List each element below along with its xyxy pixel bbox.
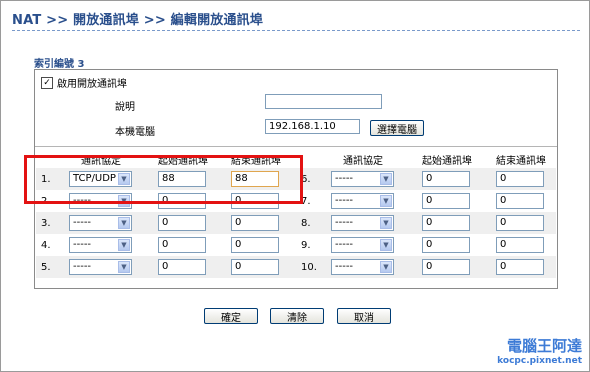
protocol-value: ----- xyxy=(335,173,354,184)
col-end-left: 結束通訊埠 xyxy=(231,156,281,167)
start-port-input[interactable]: 0 xyxy=(422,237,470,253)
start-port-input[interactable]: 0 xyxy=(158,259,206,275)
end-port-input[interactable]: 0 xyxy=(496,259,544,275)
start-port-input[interactable]: 0 xyxy=(422,215,470,231)
open-ports-panel: ✓ 啟用開放通訊埠 說明 本機電腦 192.168.1.10 選擇電腦 通訊協定… xyxy=(34,69,558,289)
row-number: 4. xyxy=(41,240,51,251)
row-number: 8. xyxy=(301,218,311,229)
comment-input[interactable] xyxy=(265,94,382,109)
row-number: 5. xyxy=(41,262,51,273)
cancel-button[interactable]: 取消 xyxy=(337,308,391,324)
end-port-input[interactable]: 88 xyxy=(231,171,279,187)
row-number: 1. xyxy=(41,174,51,185)
row-number: 9. xyxy=(301,240,311,251)
protocol-value: ----- xyxy=(73,217,92,228)
col-end-right: 結束通訊埠 xyxy=(496,156,546,167)
end-port-input[interactable]: 0 xyxy=(231,215,279,231)
protocol-select[interactable]: TCP/UDP ▼ xyxy=(69,171,132,187)
end-port-input[interactable]: 0 xyxy=(496,215,544,231)
start-port-input[interactable]: 88 xyxy=(158,171,206,187)
protocol-value: ----- xyxy=(73,239,92,250)
col-start-left: 起始通訊埠 xyxy=(158,156,208,167)
protocol-value: ----- xyxy=(335,195,354,206)
protocol-select[interactable]: ----- ▼ xyxy=(69,237,132,253)
end-port-input[interactable]: 0 xyxy=(496,237,544,253)
start-port-input[interactable]: 0 xyxy=(422,193,470,209)
protocol-value: ----- xyxy=(335,217,354,228)
row-number: 10. xyxy=(301,262,317,273)
col-protocol-right: 通訊協定 xyxy=(343,156,383,167)
chevron-down-icon: ▼ xyxy=(118,173,130,185)
protocol-select[interactable]: ----- ▼ xyxy=(69,215,132,231)
row-number: 3. xyxy=(41,218,51,229)
chevron-down-icon: ▼ xyxy=(380,195,392,207)
row-number: 7. xyxy=(301,196,311,207)
chevron-down-icon: ▼ xyxy=(380,261,392,273)
chevron-down-icon: ▼ xyxy=(380,239,392,251)
watermark-url: kocpc.pixnet.net xyxy=(497,356,582,366)
ok-button[interactable]: 確定 xyxy=(204,308,258,324)
start-port-input[interactable]: 0 xyxy=(422,171,470,187)
protocol-select[interactable]: ----- ▼ xyxy=(331,215,394,231)
protocol-value: ----- xyxy=(73,261,92,272)
comment-label: 說明 xyxy=(115,102,135,113)
enable-row: ✓ 啟用開放通訊埠 xyxy=(41,75,127,90)
watermark: 電腦王阿達 kocpc.pixnet.net xyxy=(497,335,582,366)
end-port-input[interactable]: 0 xyxy=(496,171,544,187)
clear-button[interactable]: 清除 xyxy=(270,308,324,324)
start-port-input[interactable]: 0 xyxy=(158,193,206,209)
col-start-right: 起始通訊埠 xyxy=(422,156,472,167)
protocol-select[interactable]: ----- ▼ xyxy=(331,259,394,275)
watermark-title: 電腦王阿達 xyxy=(506,337,582,355)
chevron-down-icon: ▼ xyxy=(118,261,130,273)
end-port-input[interactable]: 0 xyxy=(231,193,279,209)
protocol-value: ----- xyxy=(335,261,354,272)
protocol-select[interactable]: ----- ▼ xyxy=(331,171,394,187)
local-pc-label: 本機電腦 xyxy=(115,127,155,138)
col-protocol-left: 通訊協定 xyxy=(81,156,121,167)
enable-label: 啟用開放通訊埠 xyxy=(57,79,127,90)
row-number: 6. xyxy=(301,174,311,185)
chevron-down-icon: ▼ xyxy=(118,217,130,229)
chevron-down-icon: ▼ xyxy=(118,195,130,207)
end-port-input[interactable]: 0 xyxy=(496,193,544,209)
protocol-value: ----- xyxy=(335,239,354,250)
protocol-select[interactable]: ----- ▼ xyxy=(69,193,132,209)
protocol-value: ----- xyxy=(73,195,92,206)
row-number: 2. xyxy=(41,196,51,207)
start-port-input[interactable]: 0 xyxy=(158,237,206,253)
section-divider xyxy=(35,146,557,147)
page-title: NAT >> 開放通訊埠 >> 編輯開放通訊埠 xyxy=(12,13,264,28)
protocol-select[interactable]: ----- ▼ xyxy=(69,259,132,275)
start-port-input[interactable]: 0 xyxy=(158,215,206,231)
protocol-select[interactable]: ----- ▼ xyxy=(331,193,394,209)
enable-checkbox[interactable]: ✓ xyxy=(41,76,53,89)
protocol-select[interactable]: ----- ▼ xyxy=(331,237,394,253)
title-divider xyxy=(12,30,580,31)
end-port-input[interactable]: 0 xyxy=(231,237,279,253)
index-label: 索引編號 3 xyxy=(34,59,85,70)
start-port-input[interactable]: 0 xyxy=(422,259,470,275)
chevron-down-icon: ▼ xyxy=(118,239,130,251)
protocol-value: TCP/UDP xyxy=(73,173,116,184)
end-port-input[interactable]: 0 xyxy=(231,259,279,275)
local-pc-input[interactable]: 192.168.1.10 xyxy=(265,119,360,134)
chevron-down-icon: ▼ xyxy=(380,173,392,185)
select-pc-button[interactable]: 選擇電腦 xyxy=(370,120,424,136)
chevron-down-icon: ▼ xyxy=(380,217,392,229)
